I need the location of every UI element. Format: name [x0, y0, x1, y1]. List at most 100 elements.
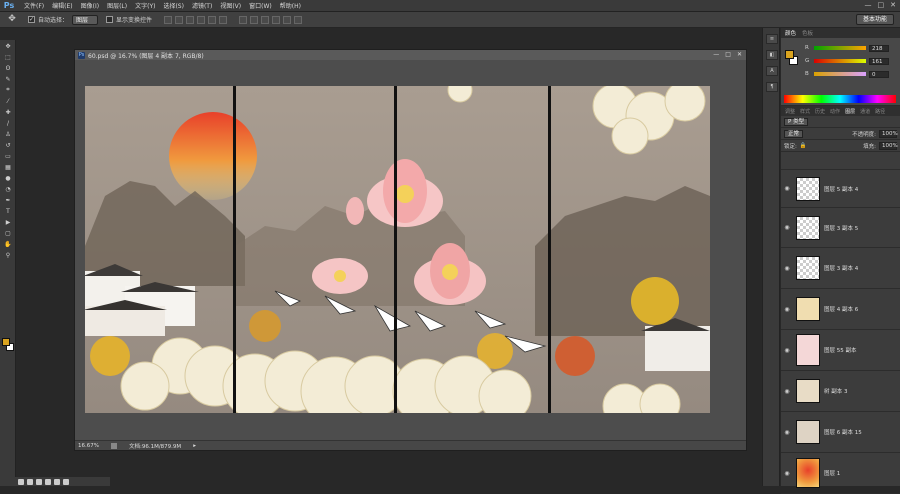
show-transform-checkbox[interactable] [106, 16, 114, 23]
paragraph-panel-icon[interactable]: ¶ [766, 82, 778, 92]
color-fg-swatch[interactable] [785, 50, 794, 59]
eye-icon[interactable]: ◉ [781, 224, 793, 231]
opacity-input[interactable]: 100% [879, 129, 898, 138]
crop-icon[interactable]: ⌗ [2, 85, 14, 95]
maximize-icon[interactable]: □ [878, 1, 885, 9]
menu-window[interactable]: 窗口(W) [245, 1, 276, 10]
lock-icon[interactable]: 🔒 [800, 143, 807, 149]
tray-app-icon[interactable] [63, 478, 69, 485]
distribute-right-icon[interactable] [294, 15, 303, 24]
distribute-middle-icon[interactable] [250, 15, 259, 24]
layer-name[interactable]: 图层 1 [824, 469, 840, 477]
menu-image[interactable]: 图像(I) [77, 1, 103, 10]
eye-icon[interactable]: ◉ [781, 429, 793, 436]
eye-icon[interactable]: ◉ [781, 388, 793, 395]
marquee-icon[interactable]: ⬚ [2, 52, 14, 62]
blue-slider[interactable] [814, 72, 866, 76]
tray-app-icon[interactable] [36, 478, 42, 485]
status-arrow-icon[interactable]: ▸ [193, 443, 196, 449]
layer-kind-filter[interactable]: P 类型 [784, 117, 809, 126]
align-left-icon[interactable] [197, 15, 206, 24]
align-center-icon[interactable] [208, 15, 217, 24]
green-slider[interactable] [814, 59, 866, 63]
eye-icon[interactable]: ◉ [781, 306, 793, 313]
close-icon[interactable]: ✕ [890, 1, 896, 9]
layer-name[interactable]: 图层 6 副本 15 [824, 428, 862, 436]
blend-mode-dropdown[interactable]: 正常 [784, 129, 804, 138]
blur-icon[interactable]: ● [2, 173, 14, 183]
tab-layers[interactable]: 图层 [845, 108, 855, 115]
foreground-color-swatch[interactable] [2, 338, 10, 346]
menu-view[interactable]: 视图(V) [216, 1, 245, 10]
tab-actions[interactable]: 动作 [830, 108, 840, 115]
tab-history[interactable]: 历史 [815, 108, 825, 115]
eye-icon[interactable]: ◉ [781, 470, 793, 477]
fill-input[interactable]: 100% [879, 141, 898, 150]
doc-close-icon[interactable]: ✕ [737, 51, 742, 58]
move-tool-icon[interactable]: ✥ [4, 14, 20, 26]
layer-row[interactable]: ◉ 图层 1 [781, 453, 900, 494]
align-top-icon[interactable] [164, 15, 173, 24]
history-panel-icon[interactable]: ≡ [766, 34, 778, 44]
gradient-icon[interactable]: ▦ [2, 162, 14, 172]
brush-icon[interactable]: / [2, 118, 14, 128]
distribute-top-icon[interactable] [239, 15, 248, 24]
stamp-icon[interactable]: ♙ [2, 129, 14, 139]
character-panel-icon[interactable]: A [766, 66, 778, 76]
pen-icon[interactable]: ✒ [2, 195, 14, 205]
menu-filter[interactable]: 滤镜(T) [188, 1, 216, 10]
layer-row[interactable]: ◉ 图层 6 副本 15 [781, 412, 900, 453]
menu-select[interactable]: 选择(S) [159, 1, 188, 10]
doc-maximize-icon[interactable]: □ [725, 51, 731, 58]
auto-select-checkbox[interactable]: ✓ [28, 16, 35, 23]
layer-row[interactable]: ◉ 图层 55 副本 [781, 330, 900, 371]
layer-name[interactable]: 图层 3 副本 5 [824, 224, 858, 232]
blue-value[interactable]: 0 [869, 70, 889, 78]
align-middle-icon[interactable] [175, 15, 184, 24]
red-value[interactable]: 218 [869, 44, 889, 52]
tab-paths[interactable]: 路径 [875, 108, 885, 115]
layer-name[interactable]: 图层 4 副本 6 [824, 305, 858, 313]
align-bottom-icon[interactable] [186, 15, 195, 24]
tab-styles[interactable]: 样式 [800, 108, 810, 115]
workspace-dropdown[interactable]: 基本功能 [855, 14, 894, 25]
zoom-icon[interactable]: ⚲ [2, 250, 14, 260]
path-select-icon[interactable]: ▶ [2, 217, 14, 227]
lasso-icon[interactable]: ʘ [2, 63, 14, 73]
history-brush-icon[interactable]: ↺ [2, 140, 14, 150]
menu-type[interactable]: 文字(Y) [131, 1, 159, 10]
tab-color[interactable]: 颜色 [785, 29, 796, 37]
layer-row[interactable]: ◉ 图层 3 副本 5 [781, 208, 900, 248]
tray-app-icon[interactable] [45, 478, 51, 485]
type-icon[interactable]: T [2, 206, 14, 216]
tab-adjustments[interactable]: 调整 [785, 108, 795, 115]
move-icon[interactable]: ✥ [2, 41, 14, 51]
tray-app-icon[interactable] [18, 478, 24, 485]
auto-select-dropdown[interactable]: 图层 [72, 14, 99, 25]
shape-icon[interactable]: ▢ [2, 228, 14, 238]
red-slider[interactable] [814, 46, 866, 50]
dodge-icon[interactable]: ◔ [2, 184, 14, 194]
align-right-icon[interactable] [219, 15, 228, 24]
hand-icon[interactable]: ✋ [2, 239, 14, 249]
menu-layer[interactable]: 图层(L) [103, 1, 131, 10]
layer-name[interactable]: 图层 5 副本 4 [824, 185, 858, 193]
menu-edit[interactable]: 编辑(E) [48, 1, 76, 10]
distribute-bottom-icon[interactable] [261, 15, 270, 24]
artwork-canvas[interactable] [85, 86, 710, 413]
eye-icon[interactable]: ◉ [781, 265, 793, 272]
tab-channels[interactable]: 通道 [860, 108, 870, 115]
menu-help[interactable]: 帮助(H) [276, 1, 305, 10]
tray-app-icon[interactable] [27, 478, 33, 485]
status-icon[interactable] [110, 442, 117, 449]
document-title-bar[interactable]: Ps 60.psd @ 16.7% (图层 4 副本 7, RGB/8) — □… [75, 50, 746, 60]
zoom-level[interactable]: 16.67% [78, 443, 99, 449]
healing-icon[interactable]: ✚ [2, 107, 14, 117]
layer-row[interactable]: ◉ 图层 4 副本 6 [781, 289, 900, 330]
layer-row[interactable]: ◉ 图层 3 副本 4 [781, 248, 900, 289]
menu-file[interactable]: 文件(F) [20, 1, 48, 10]
layer-name[interactable]: 图层 55 副本 [824, 346, 857, 354]
minimize-icon[interactable]: — [865, 1, 872, 9]
layer-partial-row[interactable] [781, 152, 900, 170]
layer-name[interactable]: 树 副本 3 [824, 387, 848, 395]
